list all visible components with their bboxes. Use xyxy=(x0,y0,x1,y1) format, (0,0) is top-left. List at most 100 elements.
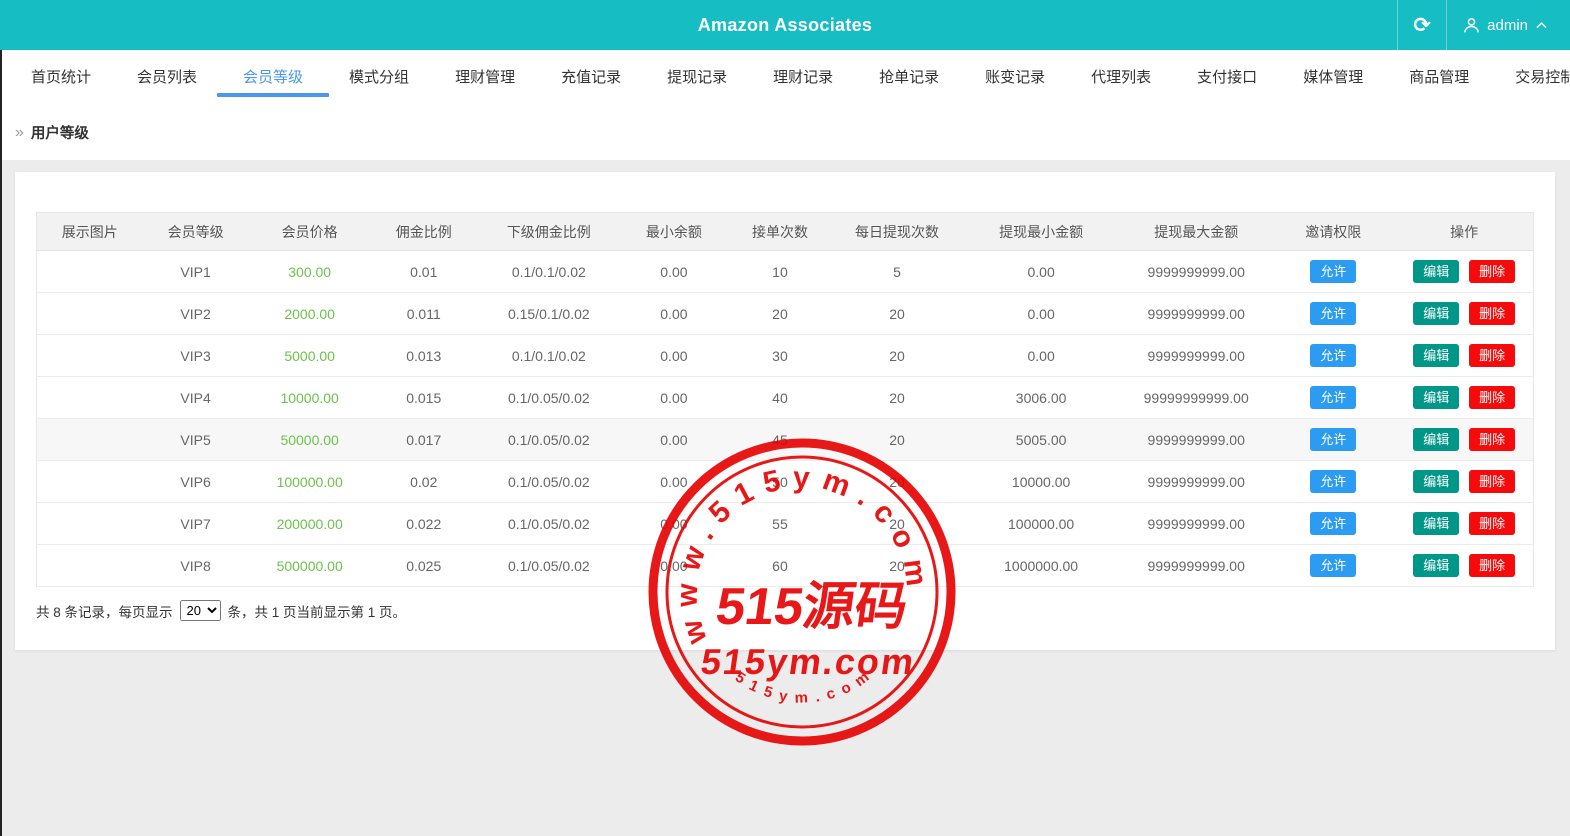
user-menu[interactable]: admin xyxy=(1447,0,1570,50)
nav-tab-11[interactable]: 代理列表 xyxy=(1077,50,1165,105)
cell-price: 100000.00 xyxy=(249,461,371,503)
cell-orders: 40 xyxy=(727,377,833,419)
cell-level: VIP6 xyxy=(143,461,249,503)
cell-invite-permission: 允许 xyxy=(1271,251,1395,293)
nav-tab-1[interactable]: 首页统计 xyxy=(17,50,105,105)
cell-image xyxy=(37,293,143,335)
cell-invite-permission: 允许 xyxy=(1271,335,1395,377)
nav-tab-12[interactable]: 支付接口 xyxy=(1183,50,1271,105)
cell-daily-withdrawals: 20 xyxy=(833,461,961,503)
table-body: VIP1 300.00 0.01 0.1/0.1/0.02 0.00 10 5 … xyxy=(37,251,1534,587)
cell-price: 50000.00 xyxy=(249,419,371,461)
cell-image xyxy=(37,419,143,461)
cell-commission: 0.025 xyxy=(371,545,477,587)
delete-button[interactable]: 删除 xyxy=(1469,512,1515,535)
nav-tab-13[interactable]: 媒体管理 xyxy=(1289,50,1377,105)
cell-orders: 55 xyxy=(727,503,833,545)
allow-button[interactable]: 允许 xyxy=(1310,260,1356,283)
delete-button[interactable]: 删除 xyxy=(1469,386,1515,409)
delete-button[interactable]: 删除 xyxy=(1469,260,1515,283)
edit-button[interactable]: 编辑 xyxy=(1413,470,1459,493)
cell-level: VIP8 xyxy=(143,545,249,587)
vip-levels-table: 展示图片会员等级会员价格佣金比例下级佣金比例最小余额接单次数每日提现次数提现最小… xyxy=(36,212,1534,587)
delete-button[interactable]: 删除 xyxy=(1469,470,1515,493)
cell-actions: 编辑 删除 xyxy=(1395,503,1533,545)
table-row: VIP4 10000.00 0.015 0.1/0.05/0.02 0.00 4… xyxy=(37,377,1534,419)
nav-tab-7[interactable]: 提现记录 xyxy=(653,50,741,105)
edit-button[interactable]: 编辑 xyxy=(1413,302,1459,325)
app-title: Amazon Associates xyxy=(698,15,873,36)
main-content: 展示图片会员等级会员价格佣金比例下级佣金比例最小余额接单次数每日提现次数提现最小… xyxy=(0,160,1570,662)
column-header: 提现最小金额 xyxy=(961,213,1121,251)
cell-actions: 编辑 删除 xyxy=(1395,377,1533,419)
edit-button[interactable]: 编辑 xyxy=(1413,512,1459,535)
cell-min-withdraw: 0.00 xyxy=(961,335,1121,377)
cell-level: VIP2 xyxy=(143,293,249,335)
column-header: 下级佣金比例 xyxy=(477,213,621,251)
column-header: 提现最大金额 xyxy=(1121,213,1271,251)
cell-min-balance: 0.00 xyxy=(621,503,727,545)
edit-button[interactable]: 编辑 xyxy=(1413,386,1459,409)
allow-button[interactable]: 允许 xyxy=(1310,302,1356,325)
content-card: 展示图片会员等级会员价格佣金比例下级佣金比例最小余额接单次数每日提现次数提现最小… xyxy=(15,172,1555,650)
cell-actions: 编辑 删除 xyxy=(1395,335,1533,377)
cell-commission: 0.013 xyxy=(371,335,477,377)
cell-level: VIP3 xyxy=(143,335,249,377)
nav-tab-15[interactable]: 交易控制 xyxy=(1501,50,1570,105)
cell-actions: 编辑 删除 xyxy=(1395,251,1533,293)
cell-min-withdraw: 1000000.00 xyxy=(961,545,1121,587)
window-edge xyxy=(0,50,2,836)
cell-invite-permission: 允许 xyxy=(1271,377,1395,419)
nav-tab-3[interactable]: 会员等级 xyxy=(229,50,317,105)
nav-tabs: 首页统计会员列表会员等级模式分组理财管理充值记录提现记录理财记录抢单记录账变记录… xyxy=(0,50,1570,105)
nav-tab-2[interactable]: 会员列表 xyxy=(123,50,211,105)
cell-sub-commission: 0.1/0.1/0.02 xyxy=(477,335,621,377)
allow-button[interactable]: 允许 xyxy=(1310,554,1356,577)
nav-tab-5[interactable]: 理财管理 xyxy=(441,50,529,105)
allow-button[interactable]: 允许 xyxy=(1310,470,1356,493)
allow-button[interactable]: 允许 xyxy=(1310,512,1356,535)
column-header: 会员等级 xyxy=(143,213,249,251)
cell-min-balance: 0.00 xyxy=(621,251,727,293)
cell-daily-withdrawals: 20 xyxy=(833,335,961,377)
column-header: 展示图片 xyxy=(37,213,143,251)
edit-button[interactable]: 编辑 xyxy=(1413,260,1459,283)
cell-daily-withdrawals: 20 xyxy=(833,545,961,587)
edit-button[interactable]: 编辑 xyxy=(1413,344,1459,367)
allow-button[interactable]: 允许 xyxy=(1310,428,1356,451)
person-icon xyxy=(1463,17,1480,34)
cell-invite-permission: 允许 xyxy=(1271,503,1395,545)
cell-min-balance: 0.00 xyxy=(621,293,727,335)
cell-daily-withdrawals: 5 xyxy=(833,251,961,293)
allow-button[interactable]: 允许 xyxy=(1310,344,1356,367)
cell-min-withdraw: 100000.00 xyxy=(961,503,1121,545)
nav-tab-10[interactable]: 账变记录 xyxy=(971,50,1059,105)
nav-tab-6[interactable]: 充值记录 xyxy=(547,50,635,105)
cell-sub-commission: 0.1/0.05/0.02 xyxy=(477,503,621,545)
cell-max-withdraw: 99999999999.00 xyxy=(1121,377,1271,419)
stamp-arc-bottom-text: 515ym.com xyxy=(732,664,879,707)
cell-orders: 45 xyxy=(727,419,833,461)
cell-invite-permission: 允许 xyxy=(1271,461,1395,503)
cell-sub-commission: 0.15/0.1/0.02 xyxy=(477,293,621,335)
nav-tab-14[interactable]: 商品管理 xyxy=(1395,50,1483,105)
refresh-button[interactable]: ⟳ xyxy=(1398,0,1446,50)
column-header: 每日提现次数 xyxy=(833,213,961,251)
delete-button[interactable]: 删除 xyxy=(1469,344,1515,367)
nav-tab-9[interactable]: 抢单记录 xyxy=(865,50,953,105)
column-header: 邀请权限 xyxy=(1271,213,1395,251)
cell-image xyxy=(37,251,143,293)
nav-tab-4[interactable]: 模式分组 xyxy=(335,50,423,105)
cell-max-withdraw: 9999999999.00 xyxy=(1121,293,1271,335)
delete-button[interactable]: 删除 xyxy=(1469,302,1515,325)
edit-button[interactable]: 编辑 xyxy=(1413,428,1459,451)
cell-daily-withdrawals: 20 xyxy=(833,377,961,419)
nav-tab-8[interactable]: 理财记录 xyxy=(759,50,847,105)
cell-image xyxy=(37,335,143,377)
cell-invite-permission: 允许 xyxy=(1271,545,1395,587)
edit-button[interactable]: 编辑 xyxy=(1413,554,1459,577)
delete-button[interactable]: 删除 xyxy=(1469,554,1515,577)
delete-button[interactable]: 删除 xyxy=(1469,428,1515,451)
allow-button[interactable]: 允许 xyxy=(1310,386,1356,409)
page-size-select[interactable]: 20 xyxy=(180,600,221,621)
